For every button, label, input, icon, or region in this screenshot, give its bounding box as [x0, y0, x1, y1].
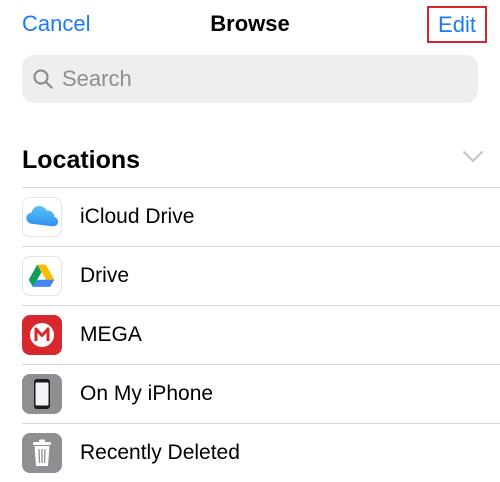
search-placeholder: Search	[62, 66, 132, 91]
list-item-drive[interactable]: Drive	[22, 246, 500, 305]
page-title: Browse	[210, 11, 290, 36]
locations-header[interactable]: Locations	[22, 142, 484, 178]
list-item-on-my-iphone[interactable]: On My iPhone	[22, 364, 500, 423]
navigation-bar: Cancel Browse Edit	[0, 0, 500, 50]
iphone-icon	[22, 374, 62, 414]
edit-button[interactable]: Edit	[427, 6, 487, 43]
list-item-label: iCloud Drive	[80, 205, 195, 228]
search-icon	[33, 69, 53, 89]
list-item-icloud-drive[interactable]: iCloud Drive	[22, 187, 500, 246]
search-field[interactable]: Search	[22, 55, 478, 103]
list-item-label: MEGA	[80, 323, 142, 346]
mega-icon	[22, 315, 62, 355]
list-item-mega[interactable]: MEGA	[22, 305, 500, 364]
icloud-icon	[22, 197, 62, 237]
chevron-down-icon[interactable]	[462, 150, 484, 164]
locations-list: iCloud Drive Drive MEGA On My iPhone Rec…	[22, 187, 500, 482]
list-item-label: Drive	[80, 264, 130, 287]
trash-icon	[22, 433, 62, 473]
list-item-label: Recently Deleted	[80, 441, 240, 464]
section-title: Locations	[22, 146, 141, 174]
list-item-label: On My iPhone	[80, 382, 214, 405]
list-item-recently-deleted[interactable]: Recently Deleted	[22, 423, 500, 482]
google-drive-icon	[22, 256, 62, 296]
